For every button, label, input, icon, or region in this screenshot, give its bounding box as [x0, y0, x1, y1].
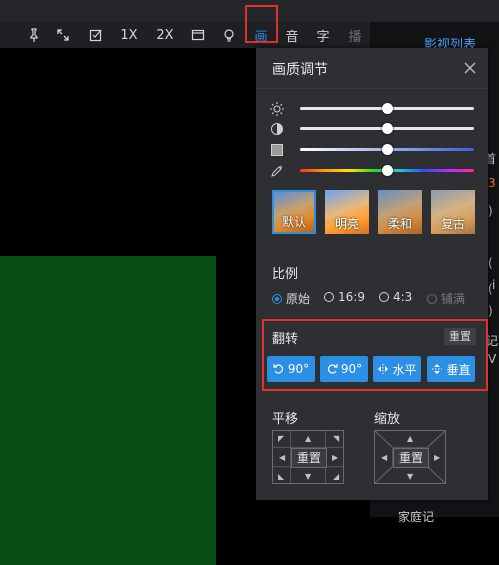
- slider-thumb[interactable]: [382, 103, 393, 114]
- panel-header: 画质调节: [256, 48, 488, 89]
- zoom-in-vertical-icon[interactable]: ▲: [407, 434, 413, 443]
- pan-right-icon[interactable]: ▶: [332, 453, 338, 462]
- brightness-slider[interactable]: [270, 102, 476, 116]
- radio-dot: [379, 292, 389, 302]
- flip-vertical-label: 垂直: [446, 362, 471, 377]
- flip-horizontal-label: 水平: [392, 362, 417, 377]
- list-fragment: V: [488, 352, 497, 366]
- list-fragment: ): [488, 204, 493, 218]
- rotate-left-label: 90°: [287, 362, 310, 376]
- window-icon[interactable]: [189, 22, 207, 48]
- slider-track[interactable]: [300, 103, 474, 114]
- list-fragment: ): [488, 304, 493, 318]
- radio-label: 铺满: [441, 292, 466, 306]
- contrast-slider[interactable]: [270, 122, 476, 136]
- list-fragment: (: [488, 282, 493, 296]
- preset-label: 明亮: [334, 217, 359, 231]
- radio-dot: [427, 293, 437, 304]
- toolbar-highlight-box: [245, 5, 278, 43]
- zoom-out-vertical-icon[interactable]: ▼: [407, 472, 413, 481]
- checkbox-icon[interactable]: [87, 22, 105, 48]
- flip-horizontal-button[interactable]: 水平: [373, 356, 421, 382]
- preset-list: 默认 明亮 柔和 复古: [272, 190, 488, 234]
- radio-label: 16:9: [338, 290, 365, 304]
- pan-down-icon[interactable]: ▼: [305, 472, 311, 481]
- radio-dot: [324, 292, 334, 302]
- slider-thumb[interactable]: [382, 123, 393, 134]
- flip-reset-button[interactable]: 重置: [444, 328, 476, 345]
- subtitle-button[interactable]: 字: [313, 22, 333, 48]
- radio-dot: [272, 293, 282, 304]
- flip-horizontal-icon: [378, 364, 389, 374]
- slider-track[interactable]: [300, 165, 474, 176]
- speed-2x-button[interactable]: 2X: [152, 22, 178, 48]
- pin-icon[interactable]: [25, 22, 43, 48]
- list-fragment: (: [488, 256, 493, 270]
- pan-down-right-icon[interactable]: ◢: [333, 472, 339, 481]
- slider-thumb[interactable]: [382, 144, 393, 155]
- preset-soft[interactable]: 柔和: [378, 190, 422, 234]
- pan-label: 平移: [272, 412, 299, 427]
- panel-title: 画质调节: [272, 62, 328, 78]
- preset-default[interactable]: 默认: [272, 190, 316, 234]
- slider-track[interactable]: [300, 123, 474, 134]
- pan-down-left-icon[interactable]: ◣: [278, 472, 284, 481]
- radio-label: 4:3: [393, 290, 413, 304]
- contrast-icon: [270, 122, 284, 136]
- fullscreen-icon[interactable]: [54, 22, 72, 48]
- rotate-right-label: 90°: [340, 362, 363, 376]
- flip-vertical-button[interactable]: 垂直: [427, 356, 475, 382]
- pan-up-right-icon[interactable]: ◥: [333, 434, 339, 443]
- zoom-reset-button[interactable]: 重置: [393, 448, 429, 468]
- brightness-icon: [270, 102, 284, 116]
- radio-label: 原始: [286, 292, 311, 306]
- preset-retro[interactable]: 复古: [431, 190, 475, 234]
- ratio-4-3[interactable]: 4:3: [379, 290, 412, 304]
- rotate-right-icon: [327, 364, 338, 374]
- zoom-in-horizontal-icon[interactable]: ▶: [434, 453, 440, 462]
- pan-up-icon[interactable]: ▲: [305, 434, 311, 443]
- bulb-icon[interactable]: [220, 22, 238, 48]
- rotate-left-icon: [273, 364, 283, 374]
- speed-1x-button[interactable]: 1X: [117, 22, 141, 48]
- saturation-slider[interactable]: [270, 143, 476, 157]
- pan-reset-button[interactable]: 重置: [291, 448, 327, 468]
- zoom-out-horizontal-icon[interactable]: ◀: [381, 453, 387, 462]
- video-frame: [0, 256, 216, 565]
- preset-label: 默认: [281, 215, 306, 229]
- pan-pad: ◤ ▲ ◥ ◀ ▶ ◣ ▼ ◢ 重置: [272, 430, 344, 484]
- pan-left-icon[interactable]: ◀: [279, 453, 285, 462]
- audio-button[interactable]: 音: [282, 22, 302, 48]
- ratio-fill: 铺满: [427, 290, 465, 307]
- zoom-label: 缩放: [374, 412, 401, 427]
- preset-label: 柔和: [387, 217, 412, 231]
- ratio-original[interactable]: 原始: [272, 290, 310, 307]
- ratio-16-9[interactable]: 16:9: [324, 290, 365, 304]
- pan-up-left-icon[interactable]: ◤: [278, 434, 284, 443]
- play-button[interactable]: 播: [345, 22, 365, 48]
- flip-vertical-icon: [432, 364, 443, 374]
- rotate-left-button[interactable]: 90°: [267, 356, 315, 382]
- ratio-label: 比例: [272, 267, 299, 282]
- video-area[interactable]: [0, 48, 256, 565]
- zoom-pad: ▲ ◀ ▶ ▼ 重置: [374, 430, 446, 484]
- preset-bright[interactable]: 明亮: [325, 190, 369, 234]
- close-icon[interactable]: [462, 60, 478, 76]
- slider-track[interactable]: [300, 144, 474, 155]
- slider-thumb[interactable]: [382, 165, 393, 176]
- preset-label: 复古: [440, 217, 465, 231]
- rotate-right-button[interactable]: 90°: [320, 356, 368, 382]
- list-fragment: 3: [488, 176, 496, 190]
- hue-slider[interactable]: [270, 164, 476, 178]
- eyedropper-icon: [270, 164, 284, 178]
- saturation-icon: [270, 143, 284, 157]
